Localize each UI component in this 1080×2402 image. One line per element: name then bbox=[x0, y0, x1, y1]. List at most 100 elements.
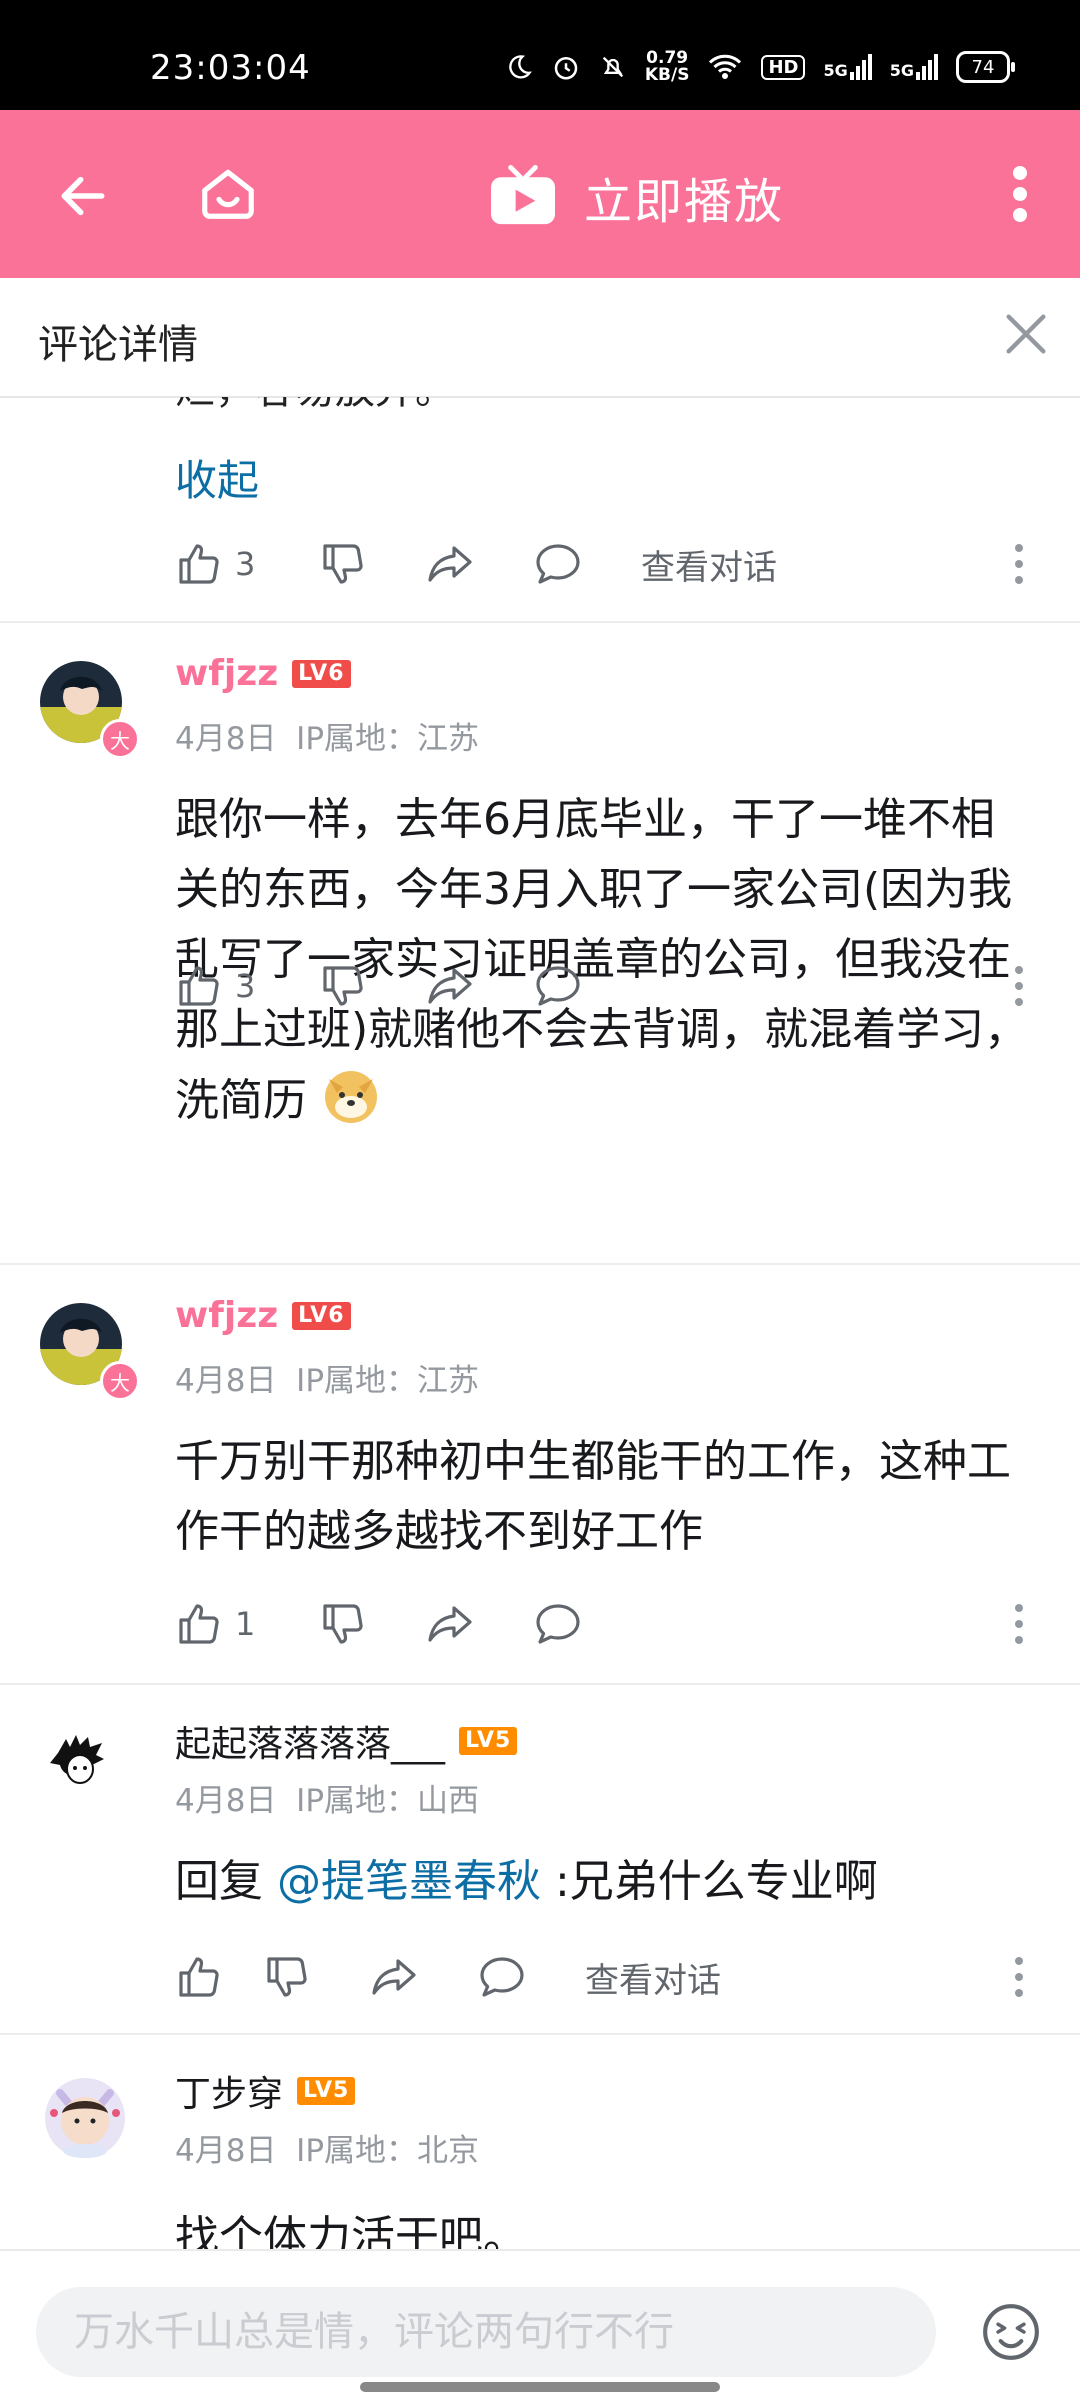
comment-input-bar bbox=[0, 2249, 1080, 2402]
comment-more-button[interactable] bbox=[1014, 966, 1024, 1010]
username-row: 起起落落落落___ LV5 bbox=[175, 1715, 518, 1767]
comment-meta: 4月8日 IP属地：江苏 bbox=[175, 713, 479, 758]
status-time: 23:03:04 bbox=[150, 48, 311, 88]
status-bar: 23:03:04 0.79 KB/S HD 5G 5G 74 bbox=[0, 0, 1080, 110]
share-icon bbox=[428, 546, 472, 582]
avatar[interactable] bbox=[40, 1723, 122, 1805]
play-now-button[interactable]: 立即播放 bbox=[488, 162, 784, 232]
dislike-button[interactable] bbox=[263, 1953, 311, 2001]
divider bbox=[0, 1263, 1080, 1265]
chat-bubble-icon bbox=[480, 1957, 524, 1997]
ip-location: IP属地：山西 bbox=[296, 1783, 480, 1819]
hd-badge: HD bbox=[761, 54, 806, 80]
share-icon bbox=[372, 1959, 416, 1995]
username[interactable]: wfjzz bbox=[175, 1295, 278, 1336]
username[interactable]: 丁步穿 bbox=[175, 2065, 283, 2117]
wifi-icon bbox=[709, 54, 742, 79]
avatar[interactable]: 大 bbox=[40, 1303, 140, 1401]
comment-meta: 4月8日 IP属地：北京 bbox=[175, 2125, 479, 2170]
ip-location: IP属地：江苏 bbox=[296, 1363, 480, 1399]
thumbs-down-icon bbox=[323, 1604, 363, 1644]
like-button[interactable]: 1 bbox=[175, 1600, 261, 1648]
share-button[interactable] bbox=[425, 1600, 475, 1648]
share-button[interactable] bbox=[425, 540, 475, 588]
more-vertical-icon bbox=[1015, 1604, 1023, 1644]
doge-emoji-icon bbox=[325, 1071, 377, 1123]
more-button[interactable] bbox=[1010, 166, 1030, 226]
username[interactable]: wfjzz bbox=[175, 653, 278, 694]
comment-more-button[interactable] bbox=[1014, 544, 1024, 588]
more-vertical-icon bbox=[1015, 1957, 1023, 1997]
close-button[interactable] bbox=[1000, 308, 1052, 364]
comment-detail-header: 评论详情 bbox=[0, 278, 1080, 398]
home-button[interactable] bbox=[197, 162, 259, 228]
signal-bars-icon bbox=[916, 54, 938, 80]
back-arrow-icon bbox=[61, 176, 105, 216]
thumbs-up-icon bbox=[179, 966, 219, 1006]
like-count: 3 bbox=[235, 967, 256, 1005]
emoji-icon bbox=[983, 2304, 1039, 2360]
dislike-button[interactable] bbox=[319, 962, 367, 1010]
comment-list[interactable]: 烂，容易放弃。 收起 3 查看对话 大 wfjzz LV6 4月8日 bbox=[0, 397, 1080, 2249]
avatar[interactable]: 大 bbox=[40, 661, 140, 759]
battery-indicator: 74 bbox=[956, 51, 1015, 83]
comment-more-button[interactable] bbox=[1014, 1957, 1024, 2001]
view-conversation-link[interactable]: 查看对话 bbox=[585, 1953, 721, 2002]
thumbs-up-icon bbox=[179, 1957, 219, 1997]
share-button[interactable] bbox=[369, 1953, 419, 2001]
mute-bell-icon bbox=[602, 56, 624, 78]
thumbs-up-icon bbox=[179, 1604, 219, 1644]
like-button[interactable] bbox=[175, 1953, 223, 2001]
divider bbox=[0, 1683, 1080, 1685]
net-speed: 0.79 KB/S bbox=[644, 48, 690, 85]
play-now-label: 立即播放 bbox=[584, 174, 785, 230]
share-button[interactable] bbox=[425, 962, 475, 1010]
share-icon bbox=[428, 1606, 472, 1642]
username-row: wfjzz LV6 bbox=[175, 653, 351, 694]
ip-location: IP属地：北京 bbox=[296, 2133, 480, 2169]
close-icon bbox=[1006, 314, 1046, 354]
thumbs-down-icon bbox=[323, 544, 363, 584]
reply-button[interactable] bbox=[533, 962, 583, 1010]
collapse-link[interactable]: 收起 bbox=[175, 447, 259, 508]
comment-date: 4月8日 bbox=[175, 1783, 277, 1819]
comment-date: 4月8日 bbox=[175, 721, 277, 757]
level-badge: LV6 bbox=[292, 1301, 351, 1330]
avatar-image bbox=[45, 2078, 125, 2158]
more-vertical-icon bbox=[1015, 966, 1023, 1006]
avatar[interactable] bbox=[40, 2073, 125, 2158]
mention-link[interactable]: @提笔墨春秋 bbox=[277, 1856, 541, 1907]
alarm-icon bbox=[554, 57, 578, 80]
thumbs-down-icon bbox=[267, 1957, 307, 1997]
emoji-button[interactable] bbox=[980, 2301, 1042, 2367]
signal-bars-icon bbox=[849, 54, 872, 80]
comment-meta: 4月8日 IP属地：山西 bbox=[175, 1775, 479, 1820]
comment-more-button[interactable] bbox=[1014, 1604, 1024, 1648]
comment-text: 找个体力活干吧。 bbox=[175, 2212, 527, 2249]
reply-button[interactable] bbox=[533, 540, 583, 588]
comment-actions: 1 bbox=[175, 1594, 641, 1654]
ip-location: IP属地：江苏 bbox=[296, 721, 480, 757]
more-vertical-icon bbox=[1013, 166, 1027, 222]
username-row: 丁步穿 LV5 bbox=[175, 2065, 356, 2117]
moon-icon bbox=[509, 55, 532, 79]
comment-input[interactable] bbox=[36, 2287, 936, 2377]
dislike-button[interactable] bbox=[319, 1600, 367, 1648]
home-indicator[interactable] bbox=[360, 2382, 720, 2392]
big-member-badge: 大 bbox=[100, 719, 140, 759]
dislike-button[interactable] bbox=[319, 540, 367, 588]
comment-meta: 4月8日 IP属地：江苏 bbox=[175, 1355, 479, 1400]
like-button[interactable]: 3 bbox=[175, 962, 261, 1010]
chat-bubble-icon bbox=[536, 544, 580, 584]
username[interactable]: 起起落落落落___ bbox=[175, 1715, 445, 1767]
back-button[interactable] bbox=[55, 168, 111, 228]
comment-date: 4月8日 bbox=[175, 2133, 277, 2169]
reply-button[interactable] bbox=[477, 1953, 527, 2001]
level-badge: LV5 bbox=[297, 2077, 356, 2105]
thumbs-down-icon bbox=[323, 966, 363, 1006]
reply-button[interactable] bbox=[533, 1600, 583, 1648]
like-button[interactable]: 3 bbox=[175, 540, 261, 588]
comment-actions: 3 bbox=[175, 956, 641, 1016]
view-conversation-link[interactable]: 查看对话 bbox=[641, 540, 777, 589]
thumbs-up-icon bbox=[179, 544, 219, 584]
